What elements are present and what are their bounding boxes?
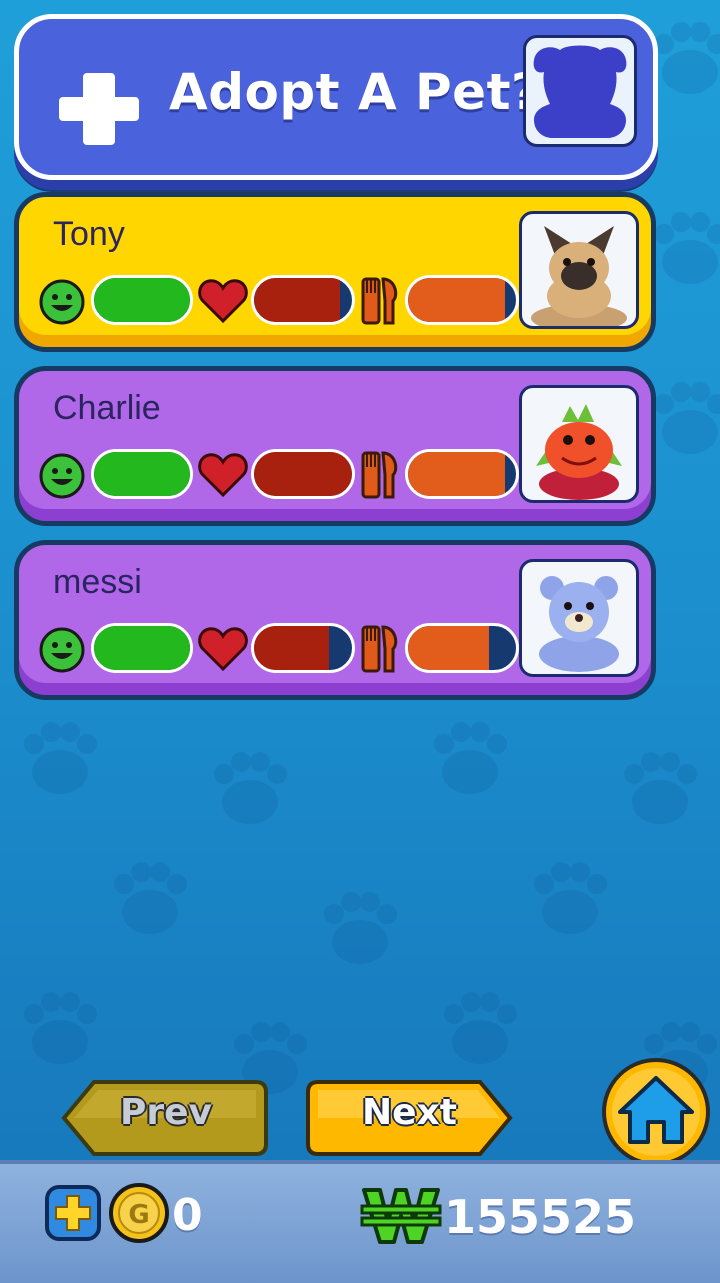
happy-face-icon bbox=[39, 279, 85, 325]
health-fill bbox=[254, 452, 352, 496]
happiness-fill bbox=[94, 278, 190, 322]
health-fill bbox=[254, 626, 330, 670]
next-label: Next bbox=[362, 1092, 457, 1133]
health-bar bbox=[251, 449, 355, 499]
happiness-bar bbox=[91, 623, 193, 673]
hunger-fill bbox=[408, 452, 506, 496]
plus-icon bbox=[59, 73, 139, 145]
prev-label: Prev bbox=[120, 1092, 213, 1133]
health-bar bbox=[251, 623, 355, 673]
svg-text:G: G bbox=[128, 1200, 149, 1230]
happiness-fill bbox=[94, 452, 190, 496]
happiness-bar bbox=[91, 275, 193, 325]
heart-icon bbox=[198, 279, 248, 324]
hunger-bar bbox=[405, 275, 519, 325]
happiness-fill bbox=[94, 626, 190, 670]
home-button[interactable] bbox=[600, 1056, 712, 1168]
pet-card-tony[interactable]: Tony bbox=[14, 192, 656, 352]
pet-photo-dragon bbox=[519, 385, 639, 503]
pet-name: Tony bbox=[53, 215, 125, 253]
happy-face-icon bbox=[39, 627, 85, 673]
fork-knife-icon bbox=[361, 451, 398, 499]
health-fill bbox=[254, 278, 341, 322]
hunger-bar bbox=[405, 623, 519, 673]
add-gems-icon[interactable] bbox=[44, 1184, 102, 1242]
happiness-bar bbox=[91, 449, 193, 499]
pet-name: messi bbox=[53, 563, 142, 601]
currency-bar: G 0 155525 bbox=[0, 1160, 720, 1283]
fork-knife-icon bbox=[361, 277, 398, 325]
heart-icon bbox=[198, 453, 248, 498]
pet-photo-teddy-bear bbox=[519, 559, 639, 677]
kinzcash-icon bbox=[360, 1188, 442, 1244]
pet-photo-dog bbox=[519, 211, 639, 329]
prev-button[interactable]: Prev bbox=[60, 1078, 270, 1158]
adopt-a-pet-button[interactable]: Adopt A Pet? bbox=[14, 14, 658, 180]
pet-silhouette-icon bbox=[523, 35, 637, 147]
heart-icon bbox=[198, 627, 248, 672]
hunger-bar bbox=[405, 449, 519, 499]
health-bar bbox=[251, 275, 355, 325]
happy-face-icon bbox=[39, 453, 85, 499]
hunger-fill bbox=[408, 278, 506, 322]
adopt-title: Adopt A Pet? bbox=[169, 63, 541, 121]
hunger-fill bbox=[408, 626, 489, 670]
pet-card-messi[interactable]: messi bbox=[14, 540, 656, 700]
next-button[interactable]: Next bbox=[302, 1078, 514, 1158]
gems-count: 0 bbox=[172, 1190, 203, 1241]
pet-card-charlie[interactable]: Charlie bbox=[14, 366, 656, 526]
kinzcash-count: 155525 bbox=[444, 1190, 637, 1244]
home-icon bbox=[602, 1058, 710, 1166]
gold-coin-icon: G bbox=[109, 1183, 169, 1243]
pet-name: Charlie bbox=[53, 389, 161, 427]
fork-knife-icon bbox=[361, 625, 398, 673]
